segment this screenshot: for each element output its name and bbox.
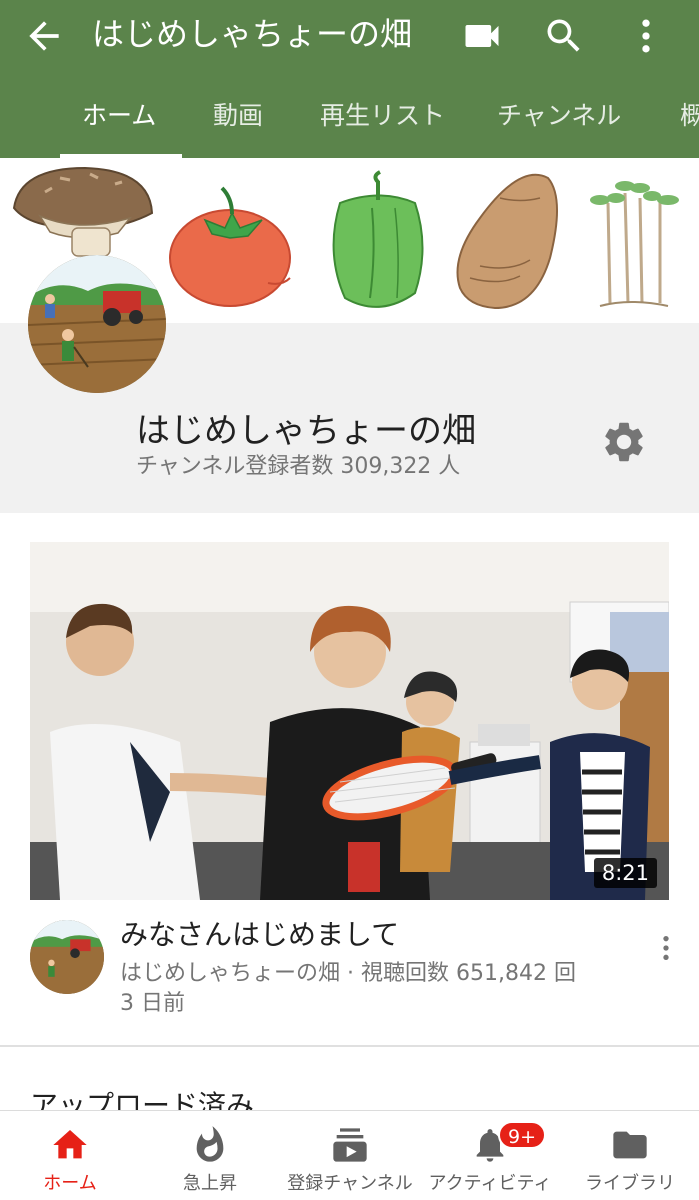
mushroom-illustration [12, 166, 154, 257]
more-vert-icon [663, 936, 669, 960]
search-icon [547, 19, 580, 52]
tab-home[interactable]: ホーム [82, 88, 156, 158]
thumbnail-photo [30, 542, 669, 900]
tab-channels[interactable]: チャンネル [497, 88, 621, 158]
bottom-navigation: ホーム 急上昇 登録チャンネル 9+ アクティビティ ライブラリ [0, 1110, 699, 1200]
channel-name: はじめしゃちょーの畑 [136, 411, 476, 451]
video-more-button[interactable] [650, 930, 682, 966]
gear-icon [605, 422, 643, 462]
video-duration: 8:21 [593, 858, 657, 888]
nav-trending-label: 急上昇 [183, 1173, 237, 1194]
video-thumbnail[interactable]: 8:21 [30, 542, 669, 900]
video-camera-icon [465, 25, 499, 47]
back-button[interactable] [22, 14, 66, 58]
farm-avatar-art-small [30, 920, 104, 994]
home-icon [53, 1130, 87, 1159]
video-channel-avatar[interactable] [30, 920, 104, 994]
tab-about[interactable]: 概 [680, 88, 699, 158]
tomato-illustration [169, 186, 291, 307]
video-meta: はじめしゃちょーの畑 · 視聴回数 651,842 回 [120, 961, 576, 986]
flame-icon [196, 1126, 224, 1162]
farm-avatar-art [28, 255, 166, 393]
sprouts-illustration [590, 181, 679, 307]
potato-illustration [456, 173, 558, 310]
nav-home-label: ホーム [43, 1173, 97, 1194]
video-date: 3 日前 [120, 991, 185, 1016]
app-bar: はじめしゃちょーの畑 ホーム 動画 再生リスト チャンネル 概 [0, 0, 699, 158]
channel-settings-button[interactable] [600, 418, 648, 466]
app-bar-title: はじめしゃちょーの畑 [92, 15, 413, 53]
folder-icon [613, 1131, 647, 1159]
green-pepper-illustration [332, 170, 424, 308]
arrow-left-icon [29, 21, 59, 51]
channel-tabs: ホーム 動画 再生リスト チャンネル 概 [0, 88, 699, 158]
tab-playlists[interactable]: 再生リスト [320, 88, 445, 158]
channel-avatar[interactable] [28, 255, 166, 393]
subscriptions-icon [333, 1128, 367, 1162]
camera-button[interactable] [460, 14, 504, 58]
nav-activity[interactable]: 9+ アクティビティ [420, 1111, 560, 1200]
nav-subscriptions[interactable]: 登録チャンネル [280, 1111, 420, 1200]
nav-home[interactable]: ホーム [0, 1111, 140, 1200]
tab-videos[interactable]: 動画 [213, 88, 263, 158]
section-divider [0, 1045, 699, 1047]
more-vert-icon [642, 19, 650, 53]
more-options-button[interactable] [624, 14, 668, 58]
nav-trending[interactable]: 急上昇 [140, 1111, 280, 1200]
nav-library[interactable]: ライブラリ [560, 1111, 699, 1200]
subscriber-count: チャンネル登録者数 309,322 人 [136, 454, 461, 479]
nav-library-label: ライブラリ [585, 1173, 675, 1194]
nav-activity-label: アクティビティ [428, 1173, 552, 1194]
notification-badge: 9+ [498, 1121, 547, 1149]
search-button[interactable] [542, 14, 586, 58]
video-title[interactable]: みなさんはじめまして [120, 913, 399, 953]
nav-subscriptions-label: 登録チャンネル [287, 1173, 413, 1194]
